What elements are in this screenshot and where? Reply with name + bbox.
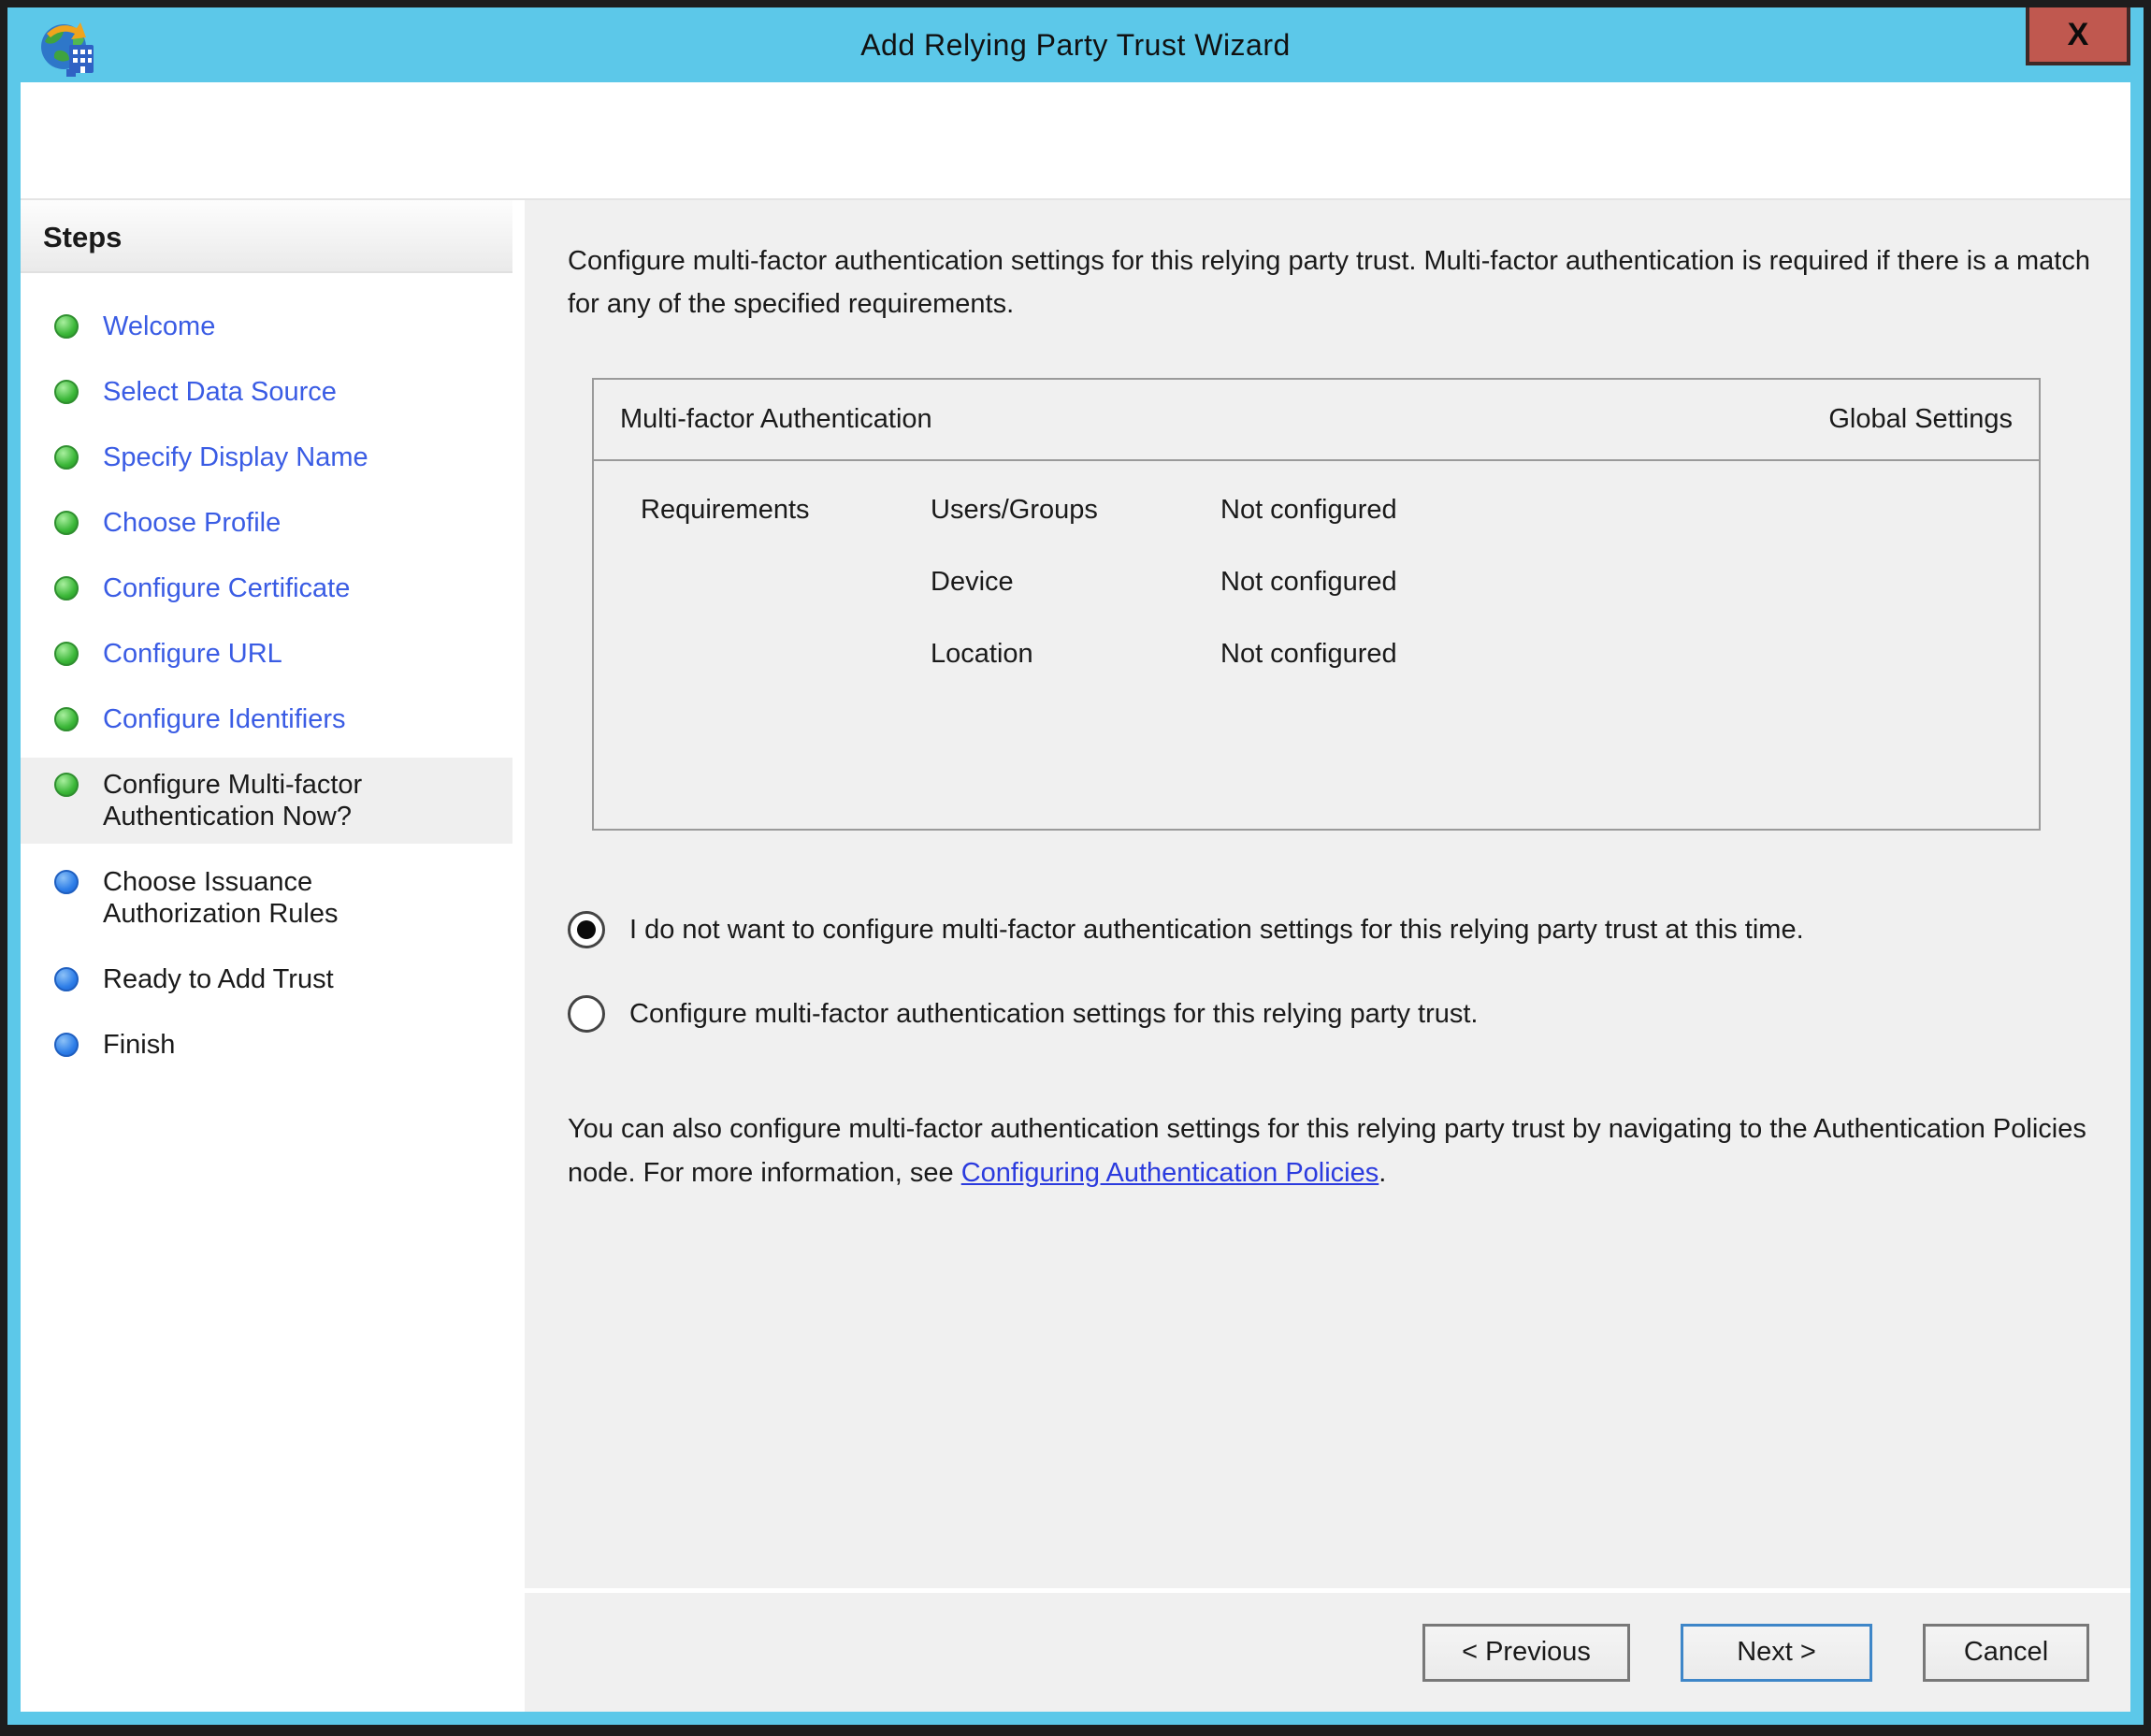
steps-list: Welcome Select Data Source Specify Displ… bbox=[21, 299, 512, 1072]
requirement-value: Not configured bbox=[1220, 639, 2039, 670]
option-do-not-configure-mfa[interactable]: I do not want to configure multi-factor … bbox=[568, 911, 2102, 948]
close-button[interactable]: X bbox=[2026, 7, 2130, 65]
mfa-option-group: I do not want to configure multi-factor … bbox=[568, 911, 2102, 1033]
requirement-value: Not configured bbox=[1220, 567, 2039, 598]
footnote-after: . bbox=[1379, 1158, 1386, 1188]
requirement-value: Not configured bbox=[1220, 495, 2039, 526]
sidebar-item-choose-profile[interactable]: Choose Profile bbox=[21, 496, 512, 550]
spacer-cell bbox=[641, 567, 931, 598]
sidebar-item-ready-to-add-trust: Ready to Add Trust bbox=[21, 952, 512, 1006]
option-label: Configure multi-factor authentication se… bbox=[629, 999, 1478, 1030]
sidebar-item-configure-mfa-now: Configure Multi-factor Authentication No… bbox=[21, 758, 512, 844]
wizard-main: Steps Welcome Select Data Source Specify… bbox=[21, 200, 2130, 1712]
wizard-window: Add Relying Party Trust Wizard X Steps W… bbox=[7, 7, 2144, 1725]
window-title: Add Relying Party Trust Wizard bbox=[860, 28, 1291, 63]
mfa-settings-table: Multi-factor Authentication Global Setti… bbox=[592, 378, 2041, 831]
radio-selected-icon[interactable] bbox=[568, 911, 605, 948]
option-configure-mfa[interactable]: Configure multi-factor authentication se… bbox=[568, 995, 2102, 1033]
step-done-icon bbox=[54, 642, 79, 666]
global-settings-label: Global Settings bbox=[1828, 404, 2013, 435]
wizard-header-band bbox=[21, 82, 2130, 200]
content-body: Configure multi-factor authentication se… bbox=[525, 200, 2130, 1588]
step-pending-icon bbox=[54, 870, 79, 894]
requirement-name: Users/Groups bbox=[931, 495, 1220, 526]
footnote-text: You can also configure multi-factor auth… bbox=[568, 1107, 2102, 1195]
configuring-authentication-policies-link[interactable]: Configuring Authentication Policies bbox=[961, 1158, 1379, 1188]
sidebar-item-specify-display-name[interactable]: Specify Display Name bbox=[21, 430, 512, 485]
sidebar-item-configure-certificate[interactable]: Configure Certificate bbox=[21, 561, 512, 615]
step-done-icon bbox=[54, 445, 79, 470]
step-done-icon bbox=[54, 314, 79, 339]
titlebar: Add Relying Party Trust Wizard X bbox=[7, 7, 2144, 82]
requirement-name: Device bbox=[931, 567, 1220, 598]
step-done-icon bbox=[54, 576, 79, 600]
next-button[interactable]: Next > bbox=[1681, 1624, 1872, 1682]
mfa-table-body: Requirements Users/Groups Not configured… bbox=[594, 461, 2039, 829]
step-pending-icon bbox=[54, 967, 79, 991]
step-done-icon bbox=[54, 380, 79, 404]
sidebar-item-welcome[interactable]: Welcome bbox=[21, 299, 512, 354]
radio-unselected-icon[interactable] bbox=[568, 995, 605, 1033]
option-label: I do not want to configure multi-factor … bbox=[629, 915, 1804, 946]
steps-sidebar: Steps Welcome Select Data Source Specify… bbox=[21, 200, 512, 1712]
step-done-icon bbox=[54, 773, 79, 797]
adfs-globe-icon bbox=[36, 17, 103, 84]
requirement-name: Location bbox=[931, 639, 1220, 670]
sidebar-item-select-data-source[interactable]: Select Data Source bbox=[21, 365, 512, 419]
mfa-table-header: Multi-factor Authentication Global Setti… bbox=[594, 380, 2039, 461]
close-icon: X bbox=[2068, 17, 2089, 53]
sidebar-item-choose-issuance-authorization-rules: Choose Issuance Authorization Rules bbox=[21, 855, 512, 941]
mfa-table-title: Multi-factor Authentication bbox=[620, 404, 932, 435]
requirements-label: Requirements bbox=[641, 495, 931, 526]
cancel-button[interactable]: Cancel bbox=[1923, 1624, 2089, 1682]
intro-text: Configure multi-factor authentication se… bbox=[568, 239, 2102, 326]
previous-button[interactable]: < Previous bbox=[1422, 1624, 1630, 1682]
step-done-icon bbox=[54, 707, 79, 731]
sidebar-item-configure-identifiers[interactable]: Configure Identifiers bbox=[21, 692, 512, 746]
window-frame: Add Relying Party Trust Wizard X Steps W… bbox=[0, 0, 2151, 1736]
step-done-icon bbox=[54, 511, 79, 535]
wizard-dialog: Steps Welcome Select Data Source Specify… bbox=[21, 82, 2130, 1712]
sidebar-item-finish: Finish bbox=[21, 1018, 512, 1072]
sidebar-item-configure-url[interactable]: Configure URL bbox=[21, 627, 512, 681]
steps-heading: Steps bbox=[21, 200, 512, 273]
step-pending-icon bbox=[54, 1033, 79, 1057]
wizard-footer: < Previous Next > Cancel bbox=[525, 1588, 2130, 1712]
content-pane: Configure multi-factor authentication se… bbox=[525, 200, 2130, 1712]
spacer-cell bbox=[641, 639, 931, 670]
